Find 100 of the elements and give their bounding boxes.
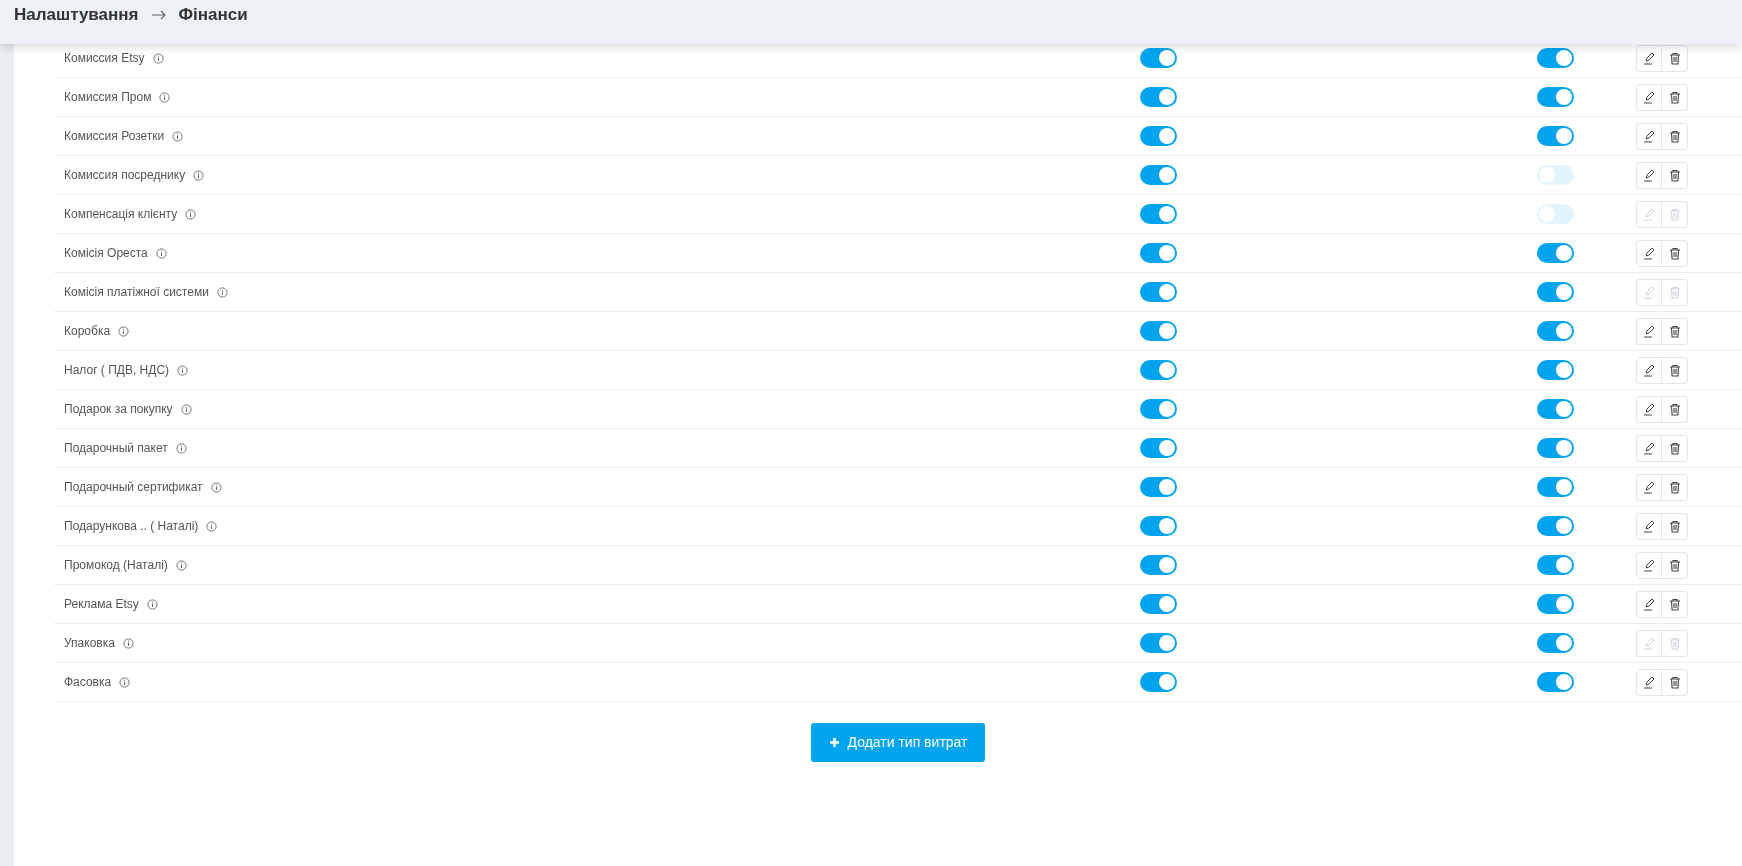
info-icon[interactable] [122, 637, 134, 649]
toggle-switch[interactable] [1537, 360, 1574, 380]
info-icon[interactable] [185, 208, 197, 220]
trash-icon [1668, 675, 1681, 689]
toggle-switch[interactable] [1537, 48, 1574, 68]
trash-icon [1668, 402, 1681, 416]
breadcrumb-link[interactable]: Налаштування [14, 4, 139, 26]
toggle-switch[interactable] [1140, 48, 1177, 68]
plus-icon [828, 737, 840, 748]
pencil-icon [1642, 675, 1656, 689]
info-icon[interactable] [172, 130, 184, 142]
expense-type-label: Комиссия Розетки [64, 128, 165, 145]
expense-type-label: Подарок за покупку [64, 401, 173, 418]
trash-icon [1668, 207, 1681, 221]
trash-icon [1668, 441, 1681, 455]
trash-icon [1668, 324, 1681, 338]
expense-type-label: Комісія платіжної системи [64, 284, 209, 301]
info-icon[interactable] [159, 91, 171, 103]
toggle-switch[interactable] [1537, 399, 1574, 419]
info-icon[interactable] [118, 325, 130, 337]
trash-icon [1668, 558, 1681, 572]
pencil-icon [1642, 441, 1656, 455]
info-icon[interactable] [119, 676, 131, 688]
toggle-switch[interactable] [1537, 516, 1574, 536]
trash-icon [1668, 51, 1681, 65]
info-icon[interactable] [175, 442, 187, 454]
info-icon[interactable] [193, 169, 205, 181]
toggle-switch[interactable] [1537, 321, 1574, 341]
pencil-icon [1642, 402, 1656, 416]
toggle-switch[interactable] [1140, 477, 1177, 497]
pencil-icon [1642, 51, 1656, 65]
expense-type-label: Комиссия Пром [64, 89, 152, 106]
expense-type-label: Подарочный пакет [64, 440, 168, 457]
toggle-switch[interactable] [1140, 399, 1177, 419]
arrow-right-icon [150, 10, 167, 20]
pencil-icon [1642, 168, 1656, 182]
info-icon[interactable] [180, 403, 192, 415]
expense-type-label: Реклама Etsy [64, 596, 139, 613]
info-icon[interactable] [175, 559, 187, 571]
toggle-switch[interactable] [1140, 243, 1177, 263]
info-icon[interactable] [216, 286, 228, 298]
info-icon[interactable] [152, 52, 164, 64]
expense-type-label: Подарункова .. ( Наталі) [64, 518, 199, 535]
expense-type-label: Компенсація клієнту [64, 206, 178, 223]
toggle-switch[interactable] [1140, 555, 1177, 575]
toggle-switch[interactable] [1537, 672, 1574, 692]
pencil-icon [1642, 636, 1656, 650]
info-icon[interactable] [206, 520, 218, 532]
expense-type-label: Упаковка [64, 635, 115, 652]
trash-icon [1668, 285, 1681, 299]
expense-type-label: Коробка [64, 323, 111, 340]
toggle-switch[interactable] [1140, 165, 1177, 185]
trash-icon [1668, 519, 1681, 533]
info-icon[interactable] [177, 364, 189, 376]
pencil-icon [1642, 519, 1656, 533]
toggle-switch[interactable] [1140, 516, 1177, 536]
expense-type-label: Фасовка [64, 674, 112, 691]
pencil-icon [1642, 129, 1656, 143]
trash-icon [1668, 129, 1681, 143]
pencil-icon [1642, 207, 1656, 221]
toggle-switch[interactable] [1537, 87, 1574, 107]
pencil-icon [1642, 90, 1656, 104]
trash-icon [1668, 363, 1681, 377]
expense-type-label: Комісія Ореста [64, 245, 148, 262]
pencil-icon [1642, 558, 1656, 572]
trash-icon [1668, 90, 1681, 104]
toggle-switch[interactable] [1537, 477, 1574, 497]
expense-type-label: Промокод (Наталі) [64, 557, 168, 574]
expense-type-label: Подарочный сертификат [64, 479, 203, 496]
pencil-icon [1642, 363, 1656, 377]
toggle-switch[interactable] [1537, 438, 1574, 458]
trash-icon [1668, 246, 1681, 260]
trash-icon [1668, 168, 1681, 182]
expense-type-label: Комиссия посреднику [64, 167, 186, 184]
pencil-icon [1642, 246, 1656, 260]
info-icon[interactable] [210, 481, 222, 493]
pencil-icon [1642, 324, 1656, 338]
toggle-switch[interactable] [1140, 594, 1177, 614]
toggle-switch[interactable] [1537, 126, 1574, 146]
toggle-switch[interactable] [1140, 321, 1177, 341]
toggle-switch[interactable] [1140, 438, 1177, 458]
pencil-icon [1642, 285, 1656, 299]
toggle-switch[interactable] [1537, 165, 1574, 185]
info-icon[interactable] [146, 598, 158, 610]
trash-icon [1668, 636, 1681, 650]
expense-type-label: Налог ( ПДВ, НДС) [64, 362, 170, 379]
toggle-switch[interactable] [1537, 555, 1574, 575]
expense-type-label: Комиссия Etsy [64, 50, 145, 67]
trash-icon [1668, 597, 1681, 611]
toggle-switch[interactable] [1537, 594, 1574, 614]
pencil-icon [1642, 480, 1656, 494]
toggle-switch[interactable] [1140, 672, 1177, 692]
info-icon[interactable] [155, 247, 167, 259]
toggle-switch[interactable] [1537, 243, 1574, 263]
breadcrumb-current: Фінанси [178, 4, 248, 26]
trash-icon [1668, 480, 1681, 494]
toggle-switch[interactable] [1140, 126, 1177, 146]
pencil-icon [1642, 597, 1656, 611]
toggle-switch[interactable] [1140, 360, 1177, 380]
toggle-switch[interactable] [1140, 87, 1177, 107]
